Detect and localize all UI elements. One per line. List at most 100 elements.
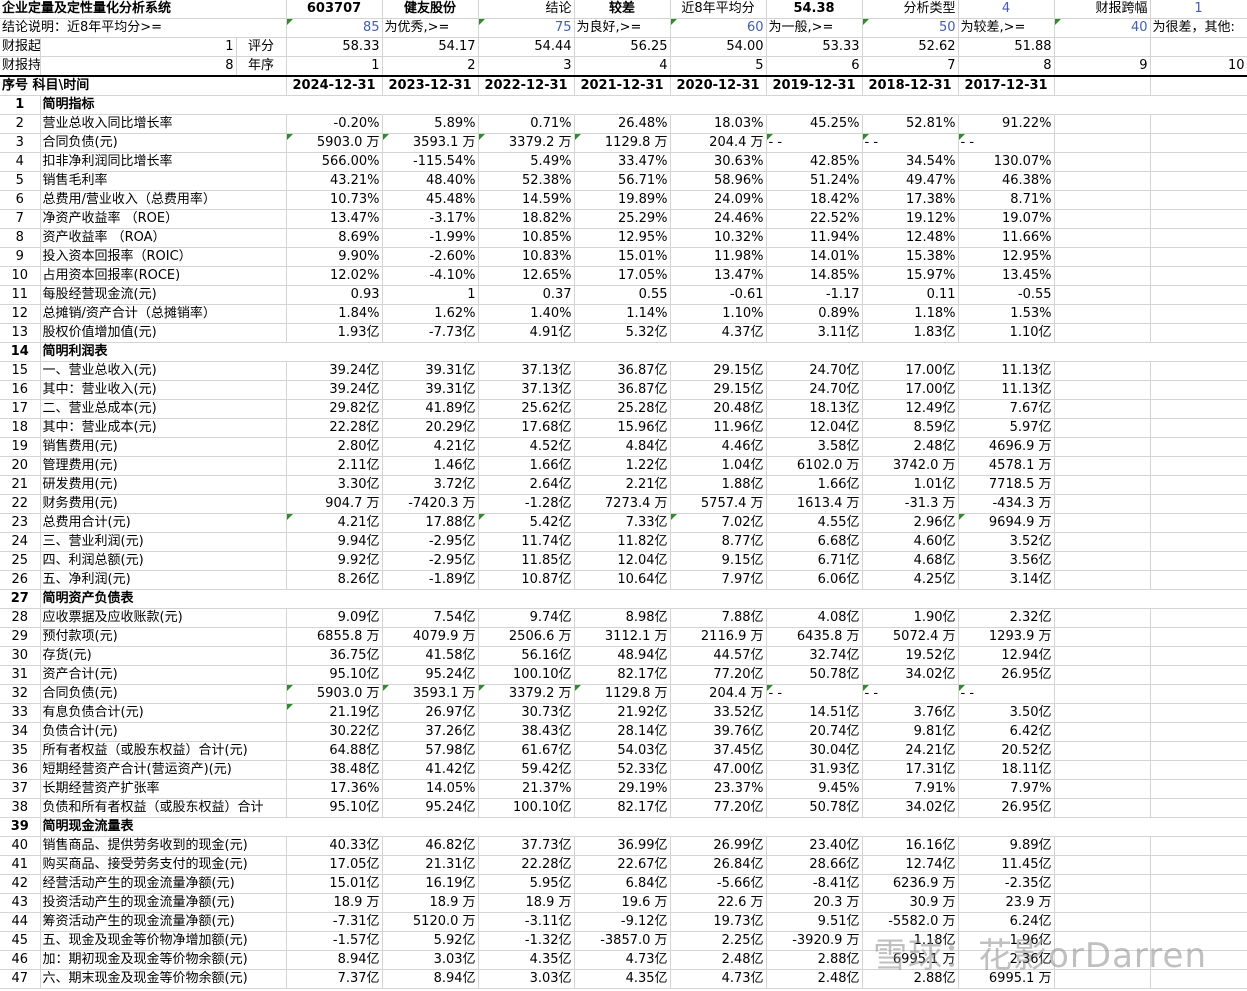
empty-cell[interactable] (1054, 37, 1151, 57)
value-cell[interactable]: 12.95% (574, 228, 671, 248)
value-cell[interactable]: 1.90亿 (862, 608, 959, 628)
value-cell[interactable]: 19.6 万 (574, 893, 671, 913)
row-number-cell[interactable]: 23 (0, 513, 41, 533)
row-label-cell[interactable]: 所有者权益（或股东权益）合计(元) (40, 741, 287, 761)
value-cell[interactable]: 50.78亿 (766, 798, 863, 818)
value-cell[interactable]: 23.40亿 (766, 836, 863, 856)
row-label-cell[interactable]: 资产收益率 （ROA） (40, 228, 287, 248)
value-cell[interactable]: 7.37亿 (286, 969, 383, 989)
value-cell[interactable]: -3.11亿 (478, 912, 575, 932)
value-cell[interactable]: 10.73% (286, 190, 383, 210)
empty-cell[interactable] (1054, 608, 1151, 628)
value-cell[interactable]: 37.13亿 (478, 380, 575, 400)
row-number-cell[interactable]: 41 (0, 855, 41, 875)
value-cell[interactable]: 9.15亿 (670, 551, 767, 571)
value-cell[interactable]: 3.52亿 (958, 532, 1055, 552)
empty-cell[interactable] (1054, 171, 1151, 191)
year-order-cell[interactable]: 3 (478, 56, 575, 77)
threshold-excellent-cell[interactable]: 85 (286, 18, 383, 38)
value-cell[interactable]: 30.9 万 (862, 893, 959, 913)
empty-cell[interactable] (1150, 152, 1247, 172)
value-cell[interactable]: 34.02亿 (862, 798, 959, 818)
empty-cell[interactable] (1150, 456, 1247, 476)
empty-cell[interactable] (1054, 798, 1151, 818)
value-cell[interactable]: 30.04亿 (766, 741, 863, 761)
empty-cell[interactable] (1150, 114, 1247, 134)
row-number-cell[interactable]: 26 (0, 570, 41, 590)
row-number-cell[interactable]: 45 (0, 931, 41, 951)
value-cell[interactable]: -2.35亿 (958, 874, 1055, 894)
value-cell[interactable]: 6102.0 万 (766, 456, 863, 476)
value-cell[interactable]: 3.14亿 (958, 570, 1055, 590)
value-cell[interactable]: 33.52亿 (670, 703, 767, 723)
value-cell[interactable]: -0.61 (670, 285, 767, 305)
value-cell[interactable]: 4.73亿 (574, 950, 671, 970)
value-cell[interactable]: 14.85% (766, 266, 863, 286)
row-number-cell[interactable]: 14 (0, 342, 41, 362)
empty-cell[interactable] (1150, 779, 1247, 799)
column-header-date[interactable]: 2023-12-31 (382, 75, 479, 96)
row-label-cell[interactable]: 一、营业总收入(元) (40, 361, 287, 381)
value-cell[interactable]: 9.89亿 (958, 836, 1055, 856)
row-number-cell[interactable]: 2 (0, 114, 41, 134)
empty-cell[interactable] (1150, 266, 1247, 286)
value-cell[interactable]: 10.83% (478, 247, 575, 267)
value-cell[interactable]: 3.72亿 (382, 475, 479, 495)
value-cell[interactable]: 1.88亿 (670, 475, 767, 495)
row-number-cell[interactable]: 37 (0, 779, 41, 799)
value-cell[interactable]: -1.99% (382, 228, 479, 248)
empty-cell[interactable] (1150, 285, 1247, 305)
value-cell[interactable]: 29.15亿 (670, 361, 767, 381)
value-cell[interactable]: 18.9 万 (382, 893, 479, 913)
value-cell[interactable]: 9.74亿 (478, 608, 575, 628)
value-cell[interactable]: 17.00亿 (862, 380, 959, 400)
row-label-cell[interactable]: 负债合计(元) (40, 722, 287, 742)
value-cell[interactable]: 20.3 万 (766, 893, 863, 913)
empty-cell[interactable] (1054, 551, 1151, 571)
empty-cell[interactable] (1150, 323, 1247, 343)
start-year-value-cell[interactable]: 1 (40, 37, 237, 57)
value-cell[interactable]: 3.50亿 (958, 703, 1055, 723)
value-cell[interactable]: 100.10亿 (478, 665, 575, 685)
empty-cell[interactable] (1150, 133, 1247, 153)
value-cell[interactable]: 26.95亿 (958, 798, 1055, 818)
value-cell[interactable]: -434.3 万 (958, 494, 1055, 514)
value-cell[interactable]: 5120.0 万 (382, 912, 479, 932)
row-number-cell[interactable]: 27 (0, 589, 41, 609)
empty-cell[interactable] (1054, 304, 1151, 324)
value-cell[interactable]: 17.05% (574, 266, 671, 286)
empty-cell[interactable] (1150, 418, 1247, 438)
label-poor-cell[interactable]: 为较差,>= (958, 18, 1055, 38)
value-cell[interactable]: 17.38% (862, 190, 959, 210)
value-cell[interactable]: 1.01亿 (862, 475, 959, 495)
row-label-cell[interactable]: 五、现金及现金等价物净增加额(元) (40, 931, 287, 951)
value-cell[interactable]: -115.54% (382, 152, 479, 172)
row-label-cell[interactable]: 二、营业总成本(元) (40, 399, 287, 419)
value-cell[interactable]: 1.18% (862, 304, 959, 324)
value-cell[interactable]: 17.05亿 (286, 855, 383, 875)
value-cell[interactable]: 52.38% (478, 171, 575, 191)
column-header-date[interactable]: 2019-12-31 (766, 75, 863, 96)
score-cell[interactable]: 54.44 (478, 37, 575, 57)
value-cell[interactable]: 2.48亿 (766, 969, 863, 989)
value-cell[interactable]: 82.17亿 (574, 798, 671, 818)
value-cell[interactable]: 5757.4 万 (670, 494, 767, 514)
value-cell[interactable]: 21.92亿 (574, 703, 671, 723)
value-cell[interactable]: 36.75亿 (286, 646, 383, 666)
value-cell[interactable]: 22.6 万 (670, 893, 767, 913)
value-cell[interactable]: 28.14亿 (574, 722, 671, 742)
value-cell[interactable]: 2506.6 万 (478, 627, 575, 647)
column-header-date[interactable]: 2018-12-31 (862, 75, 959, 96)
value-cell[interactable]: 18.03% (670, 114, 767, 134)
value-cell[interactable]: 6236.9 万 (862, 874, 959, 894)
value-cell[interactable]: 4696.9 万 (958, 437, 1055, 457)
value-cell[interactable]: - - (958, 684, 1055, 704)
row-label-cell[interactable]: 财务费用(元) (40, 494, 287, 514)
value-cell[interactable]: -3857.0 万 (574, 931, 671, 951)
conclusion-note-cell[interactable]: 结论说明：近8年平均分>= (0, 18, 287, 38)
value-cell[interactable]: 37.26亿 (382, 722, 479, 742)
column-header-empty[interactable] (1054, 75, 1151, 96)
value-cell[interactable]: 9.81亿 (862, 722, 959, 742)
row-label-cell[interactable]: 销售费用(元) (40, 437, 287, 457)
value-cell[interactable]: 52.81% (862, 114, 959, 134)
